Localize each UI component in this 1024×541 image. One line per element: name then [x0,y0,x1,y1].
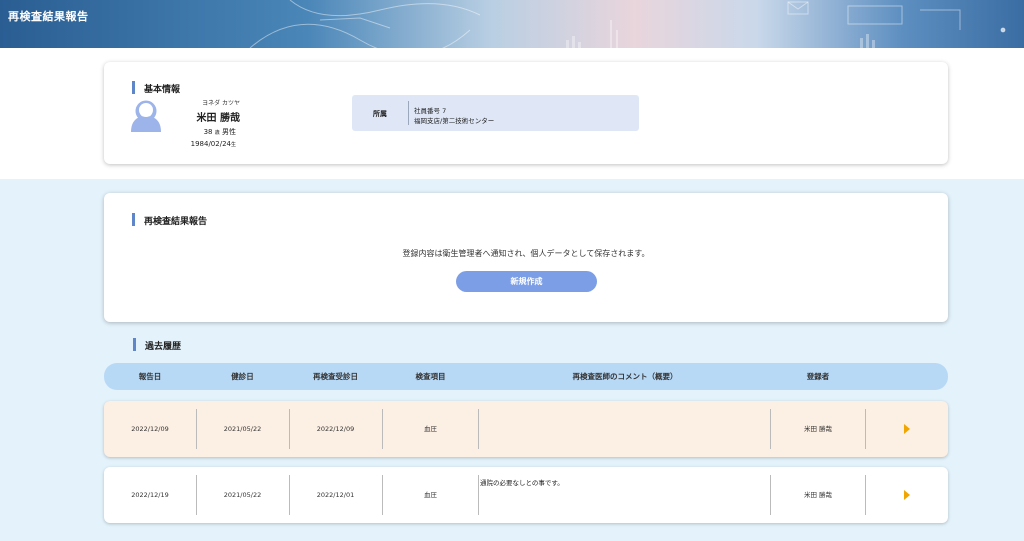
header-background-image [249,0,1006,48]
cell-recheck-date: 2022/12/01 [316,491,355,499]
recheck-report-card: 再検査結果報告 登録内容は衛生管理者へ通知され、個人データとして保存されます。 … [104,193,948,322]
name-kana: ヨネダ カツヤ [202,100,240,107]
cell-divider [865,475,866,515]
column-report-date: 報告日 [138,372,162,381]
department: 福岡支店/第二技術センター [414,117,495,125]
column-checkup-date: 健診日 [231,372,254,381]
history-section-title: 過去履歴 [133,338,181,352]
cell-report-date: 2022/12/09 [131,425,169,433]
basic-info-card: 基本情報 ヨネダ カツヤ 米田 勝哉 38 歳 男性 1984/02/24生 所… [104,62,948,164]
cell-recheck-date: 2022/12/09 [316,425,355,433]
cell-divider [478,475,479,515]
cell-test-item: 血圧 [424,491,437,499]
user-avatar-icon [131,100,161,132]
birthdate-value: 1984/02/24 [190,140,231,148]
gender-value: 男性 [222,128,236,136]
affiliation-label: 所属 [373,110,387,118]
cell-checkup-date: 2021/05/22 [223,425,262,433]
new-report-button[interactable]: 新規作成 [456,271,597,292]
cell-registrant: 米田 勝哉 [803,425,833,433]
birthdate: 1984/02/24生 [164,140,236,148]
age-value: 38 [203,128,213,136]
column-recheck-date: 再検査受診日 [313,372,358,381]
cell-registrant: 米田 勝哉 [803,491,833,499]
play-arrow-icon[interactable] [904,490,910,500]
table-row[interactable]: 2022/12/09 2021/05/22 2022/12/09 血圧 米田 勝… [104,401,948,457]
employee-number: 社員番号 7 [414,107,447,115]
cell-divider [478,409,479,449]
history-table-header: 報告日 健診日 再検査受診日 検査項目 再検査医師のコメント（概要） 登録者 [104,363,948,390]
cell-test-item: 血圧 [424,425,437,433]
table-row[interactable]: 2022/12/19 2021/05/22 2022/12/01 血圧 通院の必… [104,467,948,523]
birth-unit: 生 [230,142,236,148]
column-test-item: 検査項目 [415,372,446,381]
age-unit: 歳 [214,130,220,136]
cell-doctor-comment: 通院の必要なしとの事です。 [480,479,564,487]
basic-info-title: 基本情報 [132,81,180,95]
age-gender: 38 歳 男性 [164,127,236,137]
cell-report-date: 2022/12/19 [131,491,169,499]
column-registrant: 登録者 [806,372,830,381]
column-doctor-comment: 再検査医師のコメント（概要） [572,372,678,381]
affiliation-box: 所属 社員番号 7 福岡支店/第二技術センター [352,95,639,131]
report-section-title: 再検査結果報告 [132,213,207,227]
employee-name: 米田 勝哉 [196,113,240,124]
cell-checkup-date: 2021/05/22 [223,491,262,499]
cell-divider [865,409,866,449]
app-header: 再検査結果報告 [0,0,1024,48]
page-title: 再検査結果報告 [8,10,89,23]
play-arrow-icon[interactable] [904,424,910,434]
report-notice: 登録内容は衛生管理者へ通知され、個人データとして保存されます。 [402,249,650,258]
affiliation-divider [408,101,409,125]
